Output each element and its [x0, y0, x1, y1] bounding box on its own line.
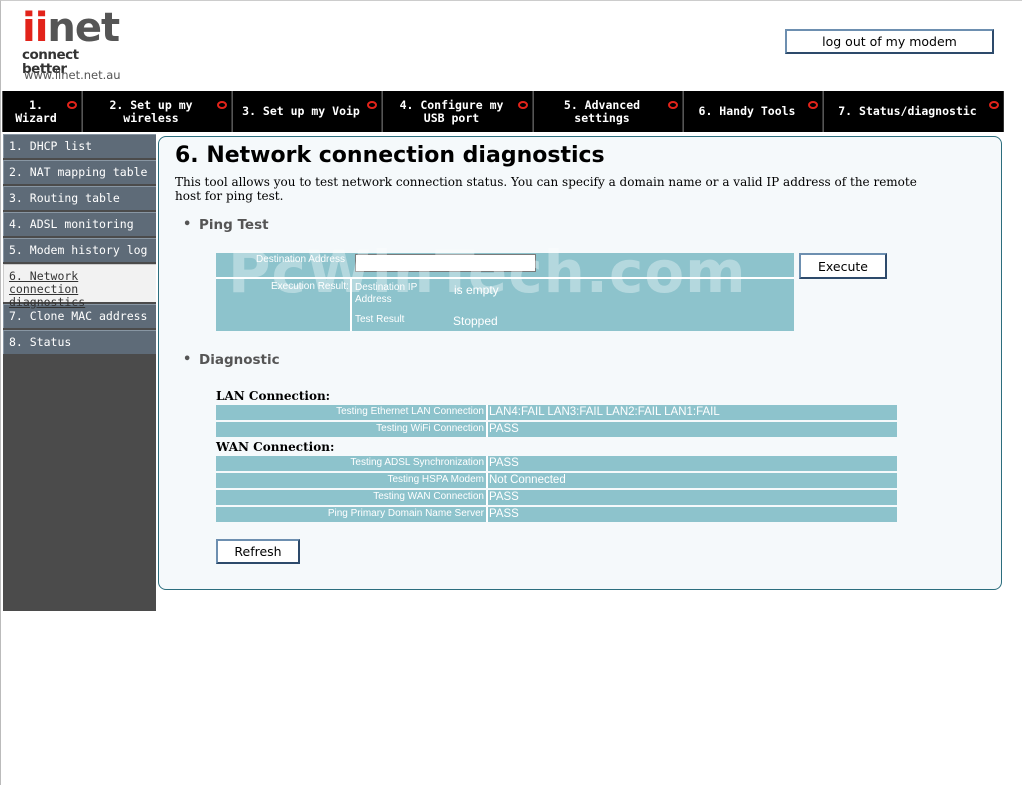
tab-indicator-icon [67, 101, 77, 109]
iinet-logo: iinet connect better [22, 8, 122, 76]
diag-key: Testing Ethernet LAN Connection [216, 405, 488, 420]
sidebar-item-routing-table[interactable]: 3. Routing table [3, 186, 156, 210]
diag-value: PASS [488, 507, 897, 522]
destination-ip-label: Destination IP Address [355, 282, 418, 305]
sidebar-item-modem-history[interactable]: 5. Modem history log [3, 238, 156, 262]
table-row: Ping Primary Domain Name Server PASS [216, 507, 897, 522]
diag-value: PASS [488, 490, 897, 505]
test-result-label: Test Result [355, 314, 405, 325]
tab-indicator-icon [668, 101, 678, 109]
tab-indicator-icon [367, 101, 377, 109]
destination-address-input[interactable] [355, 254, 536, 272]
tab-indicator-icon [217, 101, 227, 109]
table-row: Testing Ethernet LAN Connection LAN4:FAI… [216, 405, 897, 420]
tab-usb[interactable]: 4. Configure my USB port [382, 91, 533, 132]
diagnostic-heading: Diagnostic [183, 352, 280, 368]
table-row: Testing ADSL Synchronization PASS [216, 456, 897, 471]
diag-value: Not Connected [488, 473, 897, 488]
tab-wireless[interactable]: 2. Set up my wireless [82, 91, 232, 132]
site-url: www.iinet.net.au [24, 68, 121, 82]
diag-key: Testing ADSL Synchronization [216, 456, 488, 471]
diag-key: Testing WiFi Connection [216, 422, 488, 437]
tab-indicator-icon [808, 101, 818, 109]
tab-wizard[interactable]: 1. Wizard [2, 91, 82, 132]
ping-test-heading: Ping Test [183, 217, 268, 233]
sidebar-item-adsl-monitoring[interactable]: 4. ADSL monitoring [3, 212, 156, 236]
diag-key: Testing HSPA Modem [216, 473, 488, 488]
divider [216, 277, 794, 279]
intro-text: This tool allows you to test network con… [175, 175, 917, 203]
page-title: 6. Network connection diagnostics [175, 143, 605, 168]
wan-connection-heading: WAN Connection: [216, 440, 335, 454]
test-result-value: Stopped [453, 314, 498, 328]
logo-wordmark: iinet [22, 5, 120, 51]
table-row: Testing WAN Connection PASS [216, 490, 897, 505]
table-row: Testing WiFi Connection PASS [216, 422, 897, 437]
refresh-button[interactable]: Refresh [216, 539, 300, 564]
tab-indicator-icon [518, 101, 528, 109]
destination-address-label: Destination Address [256, 254, 345, 265]
logout-button[interactable]: log out of my modem [785, 29, 994, 54]
table-row: Testing HSPA Modem Not Connected [216, 473, 897, 488]
lan-connection-heading: LAN Connection: [216, 389, 331, 403]
tab-status-diagnostic[interactable]: 7. Status/diagnostic [823, 91, 1004, 132]
diag-value: PASS [488, 456, 897, 471]
sidebar-item-dhcp-list[interactable]: 1. DHCP list [3, 134, 156, 158]
tab-handy-tools[interactable]: 6. Handy Tools [683, 91, 823, 132]
diag-key: Ping Primary Domain Name Server [216, 507, 488, 522]
sidebar-item-nat-mapping[interactable]: 2. NAT mapping table [3, 160, 156, 184]
ping-test-box: Destination Address Execution Result: De… [216, 253, 794, 331]
destination-ip-value: is empty [454, 283, 499, 297]
top-nav: 1. Wizard 2. Set up my wireless 3. Set u… [2, 91, 1004, 132]
tab-voip[interactable]: 3. Set up my Voip [232, 91, 382, 132]
sidebar-item-status[interactable]: 8. Status [3, 330, 156, 354]
execution-result-label: Execution Result: [271, 281, 349, 292]
diag-value: LAN4:FAIL LAN3:FAIL LAN2:FAIL LAN1:FAIL [488, 405, 897, 420]
tab-indicator-icon [989, 101, 999, 109]
diag-key: Testing WAN Connection [216, 490, 488, 505]
execute-button[interactable]: Execute [799, 253, 887, 279]
sidebar-item-network-diagnostics[interactable]: 6. Network connection diagnostics [3, 264, 156, 309]
tab-advanced[interactable]: 5. Advanced settings [533, 91, 683, 132]
divider [350, 279, 352, 331]
sidebar: 1. DHCP list 2. NAT mapping table 3. Rou… [3, 134, 156, 611]
main-panel: 6. Network connection diagnostics This t… [158, 136, 1002, 590]
diag-value: PASS [488, 422, 897, 437]
